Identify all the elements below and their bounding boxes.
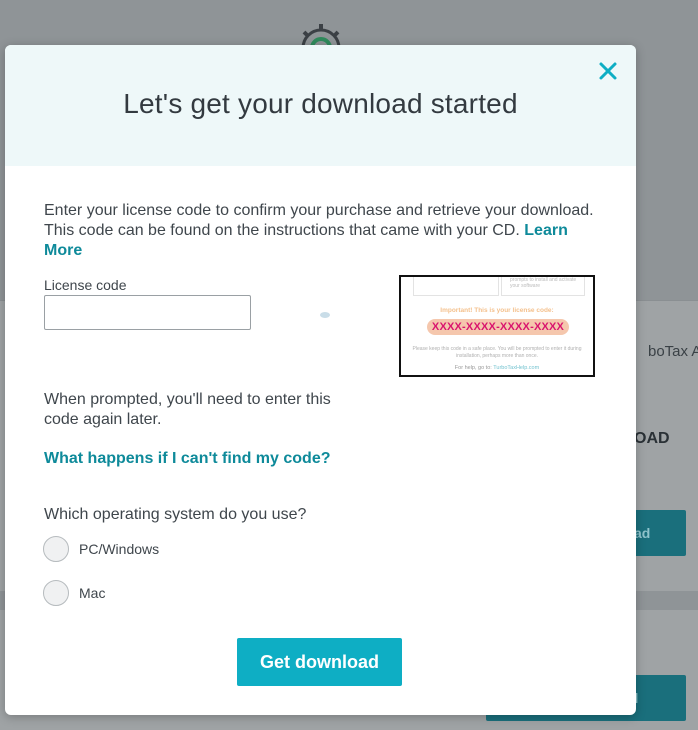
modal-title: Let's get your download started bbox=[123, 88, 518, 119]
radio-label: Mac bbox=[79, 585, 106, 601]
intro-text: Enter your license code to confirm your … bbox=[44, 201, 596, 261]
background-heading: OAD bbox=[634, 430, 670, 447]
background-product-title: boTax Ad bbox=[648, 343, 698, 360]
example-keep-text: Please keep this code in a safe place. Y… bbox=[412, 346, 582, 359]
license-code-example-image: prompts to install and activate your sof… bbox=[399, 275, 595, 377]
modal-header: Let's get your download started bbox=[5, 45, 636, 166]
example-important-text: Important! This is your license code: bbox=[440, 307, 554, 314]
example-install-hint: prompts to install and activate your sof… bbox=[510, 277, 577, 289]
example-help-link: TurboTaxHelp.com bbox=[493, 365, 540, 371]
radio-label: PC/Windows bbox=[79, 541, 160, 557]
arrow-icon bbox=[320, 312, 330, 318]
intro-body: Enter your license code to confirm your … bbox=[44, 202, 594, 239]
prompt-text: When prompted, you'll need to enter this… bbox=[44, 391, 331, 428]
license-code-label: License code bbox=[44, 277, 127, 293]
license-code-input[interactable] bbox=[44, 295, 251, 330]
download-modal: Let's get your download started Enter yo… bbox=[5, 45, 636, 715]
example-box bbox=[413, 277, 499, 296]
close-icon[interactable] bbox=[596, 59, 620, 83]
radio-button[interactable] bbox=[43, 580, 69, 606]
example-help-text: For help, go to: TurboTaxHelp.com bbox=[401, 365, 593, 371]
example-box: prompts to install and activate your sof… bbox=[501, 277, 585, 296]
os-question: Which operating system do you use? bbox=[44, 506, 307, 523]
get-download-button[interactable]: Get download bbox=[237, 638, 402, 686]
example-license-code: XXXX-XXXX-XXXX-XXXX bbox=[427, 319, 569, 335]
example-help-prefix: For help, go to: bbox=[454, 365, 492, 371]
cant-find-code-link[interactable]: What happens if I can't find my code? bbox=[44, 450, 331, 468]
radio-button[interactable] bbox=[43, 536, 69, 562]
